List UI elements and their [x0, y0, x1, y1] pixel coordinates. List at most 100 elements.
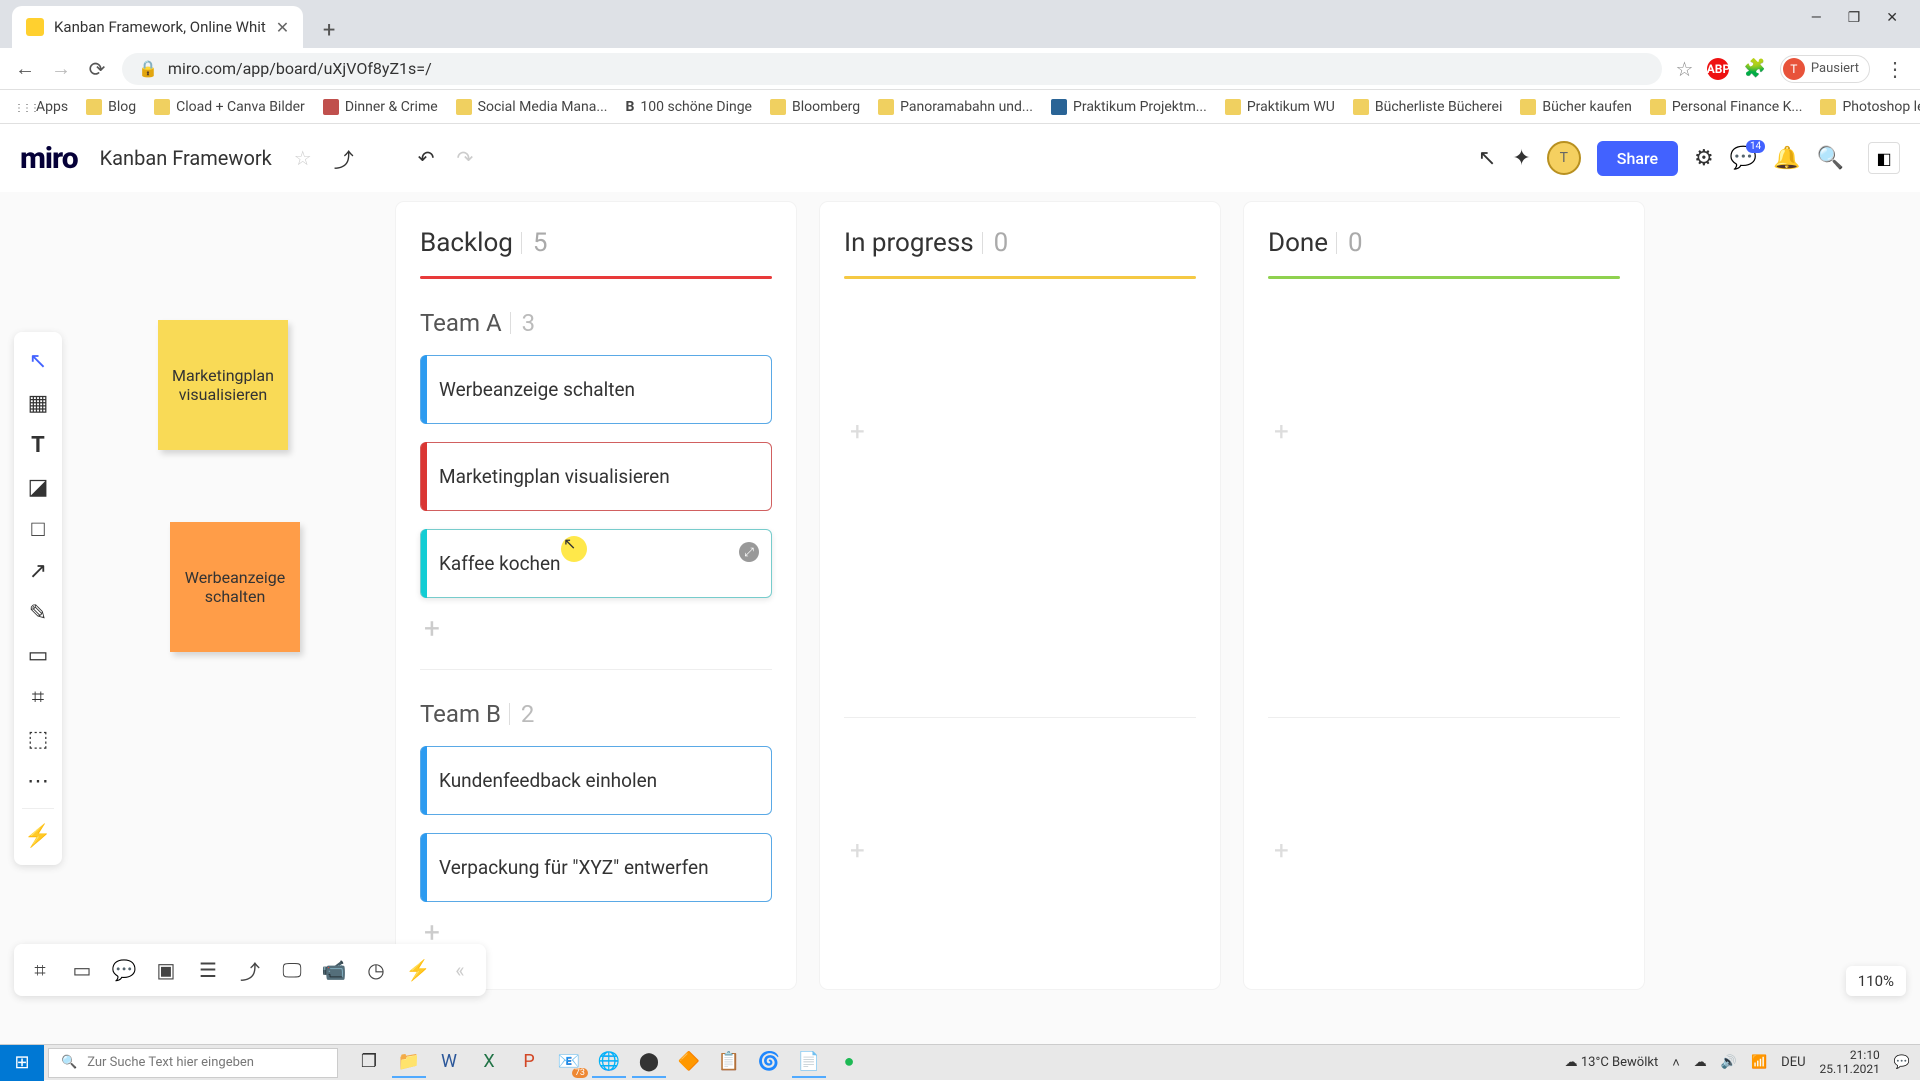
- select-tool[interactable]: ↖: [14, 342, 62, 380]
- collapse-icon[interactable]: «: [442, 952, 478, 988]
- present-icon[interactable]: ▭: [64, 952, 100, 988]
- spotify-icon[interactable]: ●: [832, 1048, 866, 1078]
- notifications-icon[interactable]: 💬: [1894, 1055, 1910, 1070]
- sticky-note-yellow[interactable]: Marketingplan visualisieren: [158, 320, 288, 450]
- chrome-icon[interactable]: 🌐: [592, 1048, 626, 1078]
- obs-icon[interactable]: ⬤: [632, 1048, 666, 1078]
- column-header[interactable]: Done 0: [1268, 228, 1620, 258]
- app-icon[interactable]: 📄: [792, 1048, 826, 1078]
- new-tab-button[interactable]: +: [311, 12, 347, 48]
- card-icon[interactable]: ▣: [148, 952, 184, 988]
- minimize-icon[interactable]: —: [1811, 10, 1822, 26]
- column-header[interactable]: In progress 0: [844, 228, 1196, 258]
- bookmark-item[interactable]: Panoramabahn und...: [878, 99, 1033, 115]
- ai-tool[interactable]: ⚡: [14, 817, 62, 855]
- close-window-icon[interactable]: ✕: [1886, 10, 1898, 26]
- clock[interactable]: 21:10 25.11.2021: [1820, 1049, 1880, 1075]
- share-icon[interactable]: ⤴: [232, 952, 268, 988]
- language-indicator[interactable]: DEU: [1781, 1055, 1805, 1070]
- url-field[interactable]: 🔒 miro.com/app/board/uXjVOf8yZ1s=/: [122, 53, 1662, 85]
- share-button[interactable]: Share: [1597, 141, 1678, 176]
- browser-tab[interactable]: Kanban Framework, Online Whit ✕: [12, 6, 303, 48]
- bookmark-item[interactable]: Bloomberg: [770, 99, 860, 115]
- group-header[interactable]: Team B 2: [420, 700, 772, 728]
- close-tab-icon[interactable]: ✕: [276, 18, 289, 37]
- video-icon[interactable]: 📹: [316, 952, 352, 988]
- add-card-button[interactable]: +: [1268, 814, 1620, 866]
- word-icon[interactable]: W: [432, 1048, 466, 1078]
- templates-tool[interactable]: ▦: [14, 384, 62, 422]
- app-icon[interactable]: 🔶: [672, 1048, 706, 1078]
- text-tool[interactable]: T: [14, 426, 62, 464]
- volume-icon[interactable]: 🔊: [1721, 1055, 1737, 1070]
- start-button[interactable]: ⊞: [0, 1045, 44, 1081]
- frame-tool[interactable]: ⌗: [14, 678, 62, 716]
- bookmark-item[interactable]: Photoshop lernen: [1820, 99, 1920, 115]
- notifications-icon[interactable]: 🔔: [1773, 146, 1800, 171]
- pen-tool[interactable]: ✎: [14, 594, 62, 632]
- reload-icon[interactable]: ⟳: [86, 57, 108, 81]
- kanban-column-inprogress[interactable]: In progress 0 + +: [820, 202, 1220, 989]
- miro-canvas[interactable]: ↖ ▦ T ◪ □ ↗ ✎ ▭ ⌗ ⬚ ⋯ ⚡ Marketingplan vi…: [0, 192, 1920, 1044]
- bookmark-item[interactable]: Personal Finance K...: [1650, 99, 1803, 115]
- add-card-button[interactable]: +: [1268, 395, 1620, 447]
- upload-tool[interactable]: ⬚: [14, 720, 62, 758]
- kanban-column-backlog[interactable]: Backlog 5 Team A 3 Werbeanzeige schalten…: [396, 202, 796, 989]
- panel-toggle-icon[interactable]: ◧: [1868, 142, 1900, 174]
- sticky-note-orange[interactable]: Werbeanzeige schalten: [170, 522, 300, 652]
- line-tool[interactable]: ↗: [14, 552, 62, 590]
- explorer-icon[interactable]: 📁: [392, 1048, 426, 1078]
- miro-logo[interactable]: miro: [20, 141, 78, 176]
- back-icon[interactable]: ←: [14, 56, 36, 81]
- browser-menu-icon[interactable]: ⋮: [1884, 57, 1906, 81]
- list-icon[interactable]: ☰: [190, 952, 226, 988]
- column-header[interactable]: Backlog 5: [420, 228, 772, 258]
- wifi-icon[interactable]: 📶: [1751, 1055, 1767, 1070]
- bookmark-item[interactable]: B100 schöne Dinge: [625, 99, 752, 115]
- bookmark-item[interactable]: Bücherliste Bücherei: [1353, 99, 1503, 115]
- bookmark-item[interactable]: Bücher kaufen: [1520, 99, 1631, 115]
- more-tools[interactable]: ⋯: [14, 762, 62, 800]
- comments-icon[interactable]: 💬14: [1730, 146, 1757, 171]
- kanban-card[interactable]: Verpackung für "XYZ" entwerfen: [420, 833, 772, 902]
- bookmark-item[interactable]: Blog: [86, 99, 136, 115]
- reactions-icon[interactable]: ✦: [1512, 146, 1530, 171]
- kanban-card[interactable]: Werbeanzeige schalten: [420, 355, 772, 424]
- search-icon[interactable]: 🔍: [1817, 146, 1844, 171]
- abp-extension-icon[interactable]: ABP: [1707, 58, 1729, 80]
- comment-tool[interactable]: ▭: [14, 636, 62, 674]
- user-avatar[interactable]: T: [1547, 141, 1581, 175]
- task-view-icon[interactable]: ❐: [352, 1048, 386, 1078]
- bolt-icon[interactable]: ⚡: [400, 952, 436, 988]
- settings-icon[interactable]: ⚙: [1694, 146, 1714, 171]
- powerpoint-icon[interactable]: P: [512, 1048, 546, 1078]
- redo-icon[interactable]: ↷: [456, 146, 473, 170]
- kanban-card[interactable]: Kaffee kochen ⤢: [420, 529, 772, 598]
- excel-icon[interactable]: X: [472, 1048, 506, 1078]
- bookmark-item[interactable]: Praktikum Projektm...: [1051, 99, 1207, 115]
- taskbar-search[interactable]: 🔍 Zur Suche Text hier eingeben: [48, 1048, 338, 1078]
- shape-tool[interactable]: □: [14, 510, 62, 548]
- kanban-column-done[interactable]: Done 0 + +: [1244, 202, 1644, 989]
- screen-icon[interactable]: 🖵: [274, 952, 310, 988]
- app-icon[interactable]: 📋: [712, 1048, 746, 1078]
- star-icon[interactable]: ☆: [294, 146, 312, 170]
- bookmark-item[interactable]: Dinner & Crime: [323, 99, 438, 115]
- profile-badge[interactable]: T Pausiert: [1780, 55, 1870, 83]
- timer-icon[interactable]: ◷: [358, 952, 394, 988]
- export-icon[interactable]: ⤴: [334, 144, 354, 173]
- comment-icon[interactable]: 💬: [106, 952, 142, 988]
- bookmark-item[interactable]: Cload + Canva Bilder: [154, 99, 305, 115]
- board-name[interactable]: Kanban Framework: [100, 146, 272, 170]
- add-card-button[interactable]: +: [844, 395, 1196, 447]
- add-card-button[interactable]: +: [844, 814, 1196, 866]
- bookmark-item[interactable]: Social Media Mana...: [456, 99, 608, 115]
- extensions-icon[interactable]: 🧩: [1743, 58, 1765, 79]
- bookmark-apps[interactable]: Apps: [14, 99, 68, 115]
- tray-chevron-icon[interactable]: ˄: [1672, 1055, 1680, 1071]
- forward-icon[interactable]: →: [50, 56, 72, 81]
- group-header[interactable]: Team A 3: [420, 309, 772, 337]
- bookmark-item[interactable]: Praktikum WU: [1225, 99, 1335, 115]
- maximize-icon[interactable]: ❐: [1848, 10, 1861, 26]
- undo-icon[interactable]: ↶: [418, 146, 435, 170]
